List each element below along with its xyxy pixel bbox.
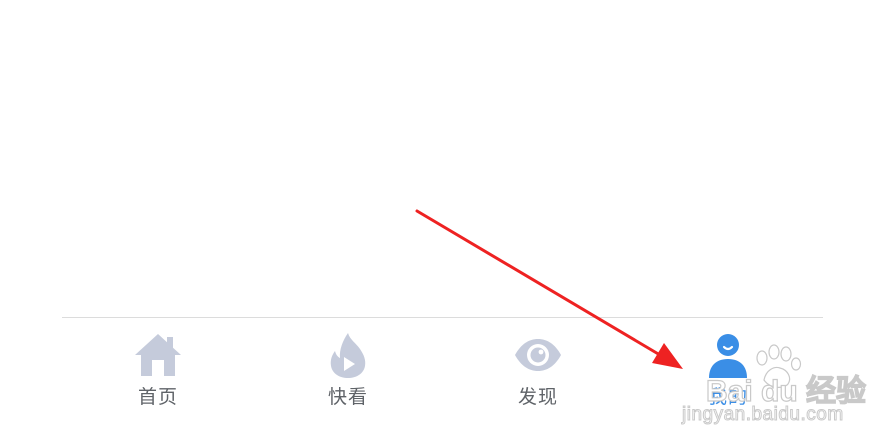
tab-home-label: 首页 xyxy=(137,386,178,408)
content-area xyxy=(0,0,891,318)
tab-mine[interactable]: 我的 xyxy=(668,318,788,445)
tab-discover[interactable]: 发现 xyxy=(478,318,598,445)
flame-play-icon xyxy=(330,333,366,378)
app-screen: 首页 快看 发现 我的 Bai du 经验 jingyan.baidu.com xyxy=(0,0,891,445)
eye-icon xyxy=(515,339,561,371)
user-icon xyxy=(709,334,747,378)
bottom-tab-bar: 首页 快看 发现 我的 xyxy=(62,318,823,445)
tab-discover-label: 发现 xyxy=(517,386,558,408)
home-icon xyxy=(135,334,181,376)
tab-mine-label: 我的 xyxy=(707,386,748,408)
tab-home[interactable]: 首页 xyxy=(98,318,218,445)
tab-kuaikan-label: 快看 xyxy=(327,386,368,408)
tab-kuaikan[interactable]: 快看 xyxy=(288,318,408,445)
